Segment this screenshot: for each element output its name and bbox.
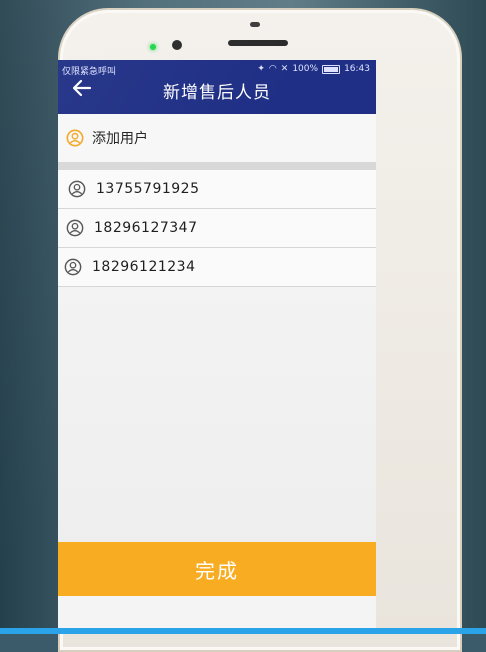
front-camera — [172, 40, 182, 50]
user-list-item[interactable]: 18296121234 — [58, 248, 376, 287]
status-right-group: ✦ ◠ ✕ 100% 16:43 — [257, 64, 370, 74]
phone-screen: 仅限紧急呼叫 ✦ ◠ ✕ 100% 16:43 新增售后人员 添加用户 1375… — [58, 60, 376, 630]
user-phone-number: 13755791925 — [96, 181, 200, 197]
done-button[interactable]: 完成 — [58, 542, 376, 596]
add-user-row[interactable]: 添加用户 — [58, 114, 376, 162]
wifi-icon: ◠ — [268, 64, 277, 74]
earpiece-speaker — [228, 40, 288, 46]
add-user-label: 添加用户 — [92, 131, 148, 147]
status-time: 16:43 — [344, 64, 370, 74]
battery-fill — [324, 66, 339, 72]
user-circle-icon — [64, 258, 82, 276]
no-sim-icon: ✕ — [280, 64, 289, 74]
user-circle-icon — [66, 219, 84, 237]
user-list: 13755791925 18296127347 18296121234 — [58, 170, 376, 287]
user-phone-number: 18296127347 — [94, 220, 198, 236]
viewer-edge — [0, 628, 486, 634]
content-area — [58, 287, 376, 567]
user-list-item[interactable]: 13755791925 — [58, 170, 376, 209]
sensor-dot — [250, 22, 260, 27]
status-bar: 仅限紧急呼叫 ✦ ◠ ✕ 100% 16:43 — [58, 60, 376, 78]
screen-bottom — [58, 596, 376, 630]
battery-icon — [322, 64, 341, 74]
user-phone-number: 18296121234 — [92, 259, 196, 275]
app-bar: 仅限紧急呼叫 ✦ ◠ ✕ 100% 16:43 新增售后人员 — [58, 60, 376, 114]
section-divider — [58, 162, 376, 170]
user-circle-icon — [68, 180, 86, 198]
vibrate-icon: ✦ — [257, 64, 265, 74]
user-list-item[interactable]: 18296127347 — [58, 209, 376, 248]
page-title: 新增售后人员 — [163, 83, 271, 103]
battery-percent: 100% — [292, 64, 319, 74]
notification-led — [150, 44, 156, 50]
user-circle-icon — [66, 129, 84, 147]
